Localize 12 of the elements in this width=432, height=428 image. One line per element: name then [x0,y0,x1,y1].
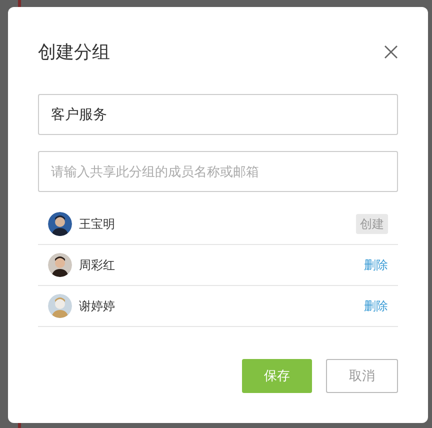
delete-link[interactable]: 删除 [364,297,388,315]
create-button[interactable]: 创建 [356,214,388,234]
delete-link[interactable]: 删除 [364,256,388,274]
save-button[interactable]: 保存 [242,359,312,393]
member-name: 谢婷婷 [79,298,115,315]
member-name: 周彩红 [79,257,115,274]
member-name: 王宝明 [79,216,115,233]
cancel-button[interactable]: 取消 [326,359,398,393]
member-search-field[interactable]: 请输入共享此分组的成员名称或邮箱 [38,151,398,192]
close-icon[interactable] [384,45,398,59]
dialog-title: 创建分组 [38,40,110,64]
group-name-field[interactable]: 客户服务 [38,94,398,135]
